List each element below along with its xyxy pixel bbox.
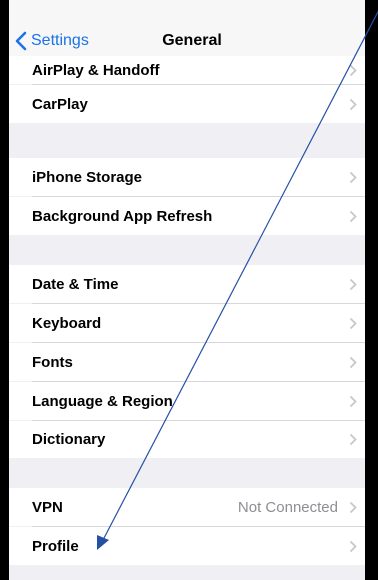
row-label: Dictionary xyxy=(32,431,106,448)
row-label: CarPlay xyxy=(32,95,88,113)
chevron-right-icon xyxy=(349,317,357,329)
chevron-right-icon xyxy=(349,98,357,110)
settings-screen: Settings General AirPlay & Handoff CarPl… xyxy=(9,0,365,580)
vpn-status-value: Not Connected xyxy=(237,498,338,516)
section-gap xyxy=(9,565,365,580)
page-title: General xyxy=(9,32,365,50)
row-vpn[interactable]: VPN Not Connected xyxy=(9,488,365,526)
chevron-right-icon xyxy=(349,540,357,552)
chevron-right-icon xyxy=(349,64,357,76)
row-carplay[interactable]: CarPlay xyxy=(9,85,365,123)
row-profile[interactable]: Profile xyxy=(9,527,365,565)
row-label: AirPlay & Handoff xyxy=(32,61,160,79)
chevron-right-icon xyxy=(349,356,357,368)
row-dictionary[interactable]: Dictionary xyxy=(9,421,365,458)
chevron-right-icon xyxy=(349,171,357,183)
section-gap xyxy=(9,123,365,158)
row-keyboard[interactable]: Keyboard xyxy=(9,304,365,342)
row-label: Date & Time xyxy=(32,275,119,293)
row-background-app-refresh[interactable]: Background App Refresh xyxy=(9,197,365,235)
row-fonts[interactable]: Fonts xyxy=(9,343,365,381)
chevron-right-icon xyxy=(349,501,357,513)
chevron-right-icon xyxy=(349,210,357,222)
chevron-right-icon xyxy=(349,278,357,290)
row-label: Fonts xyxy=(32,353,73,371)
row-language-region[interactable]: Language & Region xyxy=(9,382,365,420)
chevron-right-icon xyxy=(349,395,357,407)
row-label: VPN xyxy=(32,498,63,516)
row-airplay-handoff[interactable]: AirPlay & Handoff xyxy=(9,56,365,84)
section-gap xyxy=(9,458,365,488)
row-label: iPhone Storage xyxy=(32,168,143,186)
section-gap xyxy=(9,235,365,265)
chevron-right-icon xyxy=(349,433,357,446)
row-label: Keyboard xyxy=(32,314,102,332)
row-label: Profile xyxy=(32,537,79,555)
row-label: Language & Region xyxy=(32,392,173,410)
page-title-text: General xyxy=(162,32,222,49)
navigation-bar: Settings General xyxy=(9,0,365,56)
row-label: Background App Refresh xyxy=(32,207,213,225)
row-date-time[interactable]: Date & Time xyxy=(9,265,365,303)
row-iphone-storage[interactable]: iPhone Storage xyxy=(9,158,365,196)
